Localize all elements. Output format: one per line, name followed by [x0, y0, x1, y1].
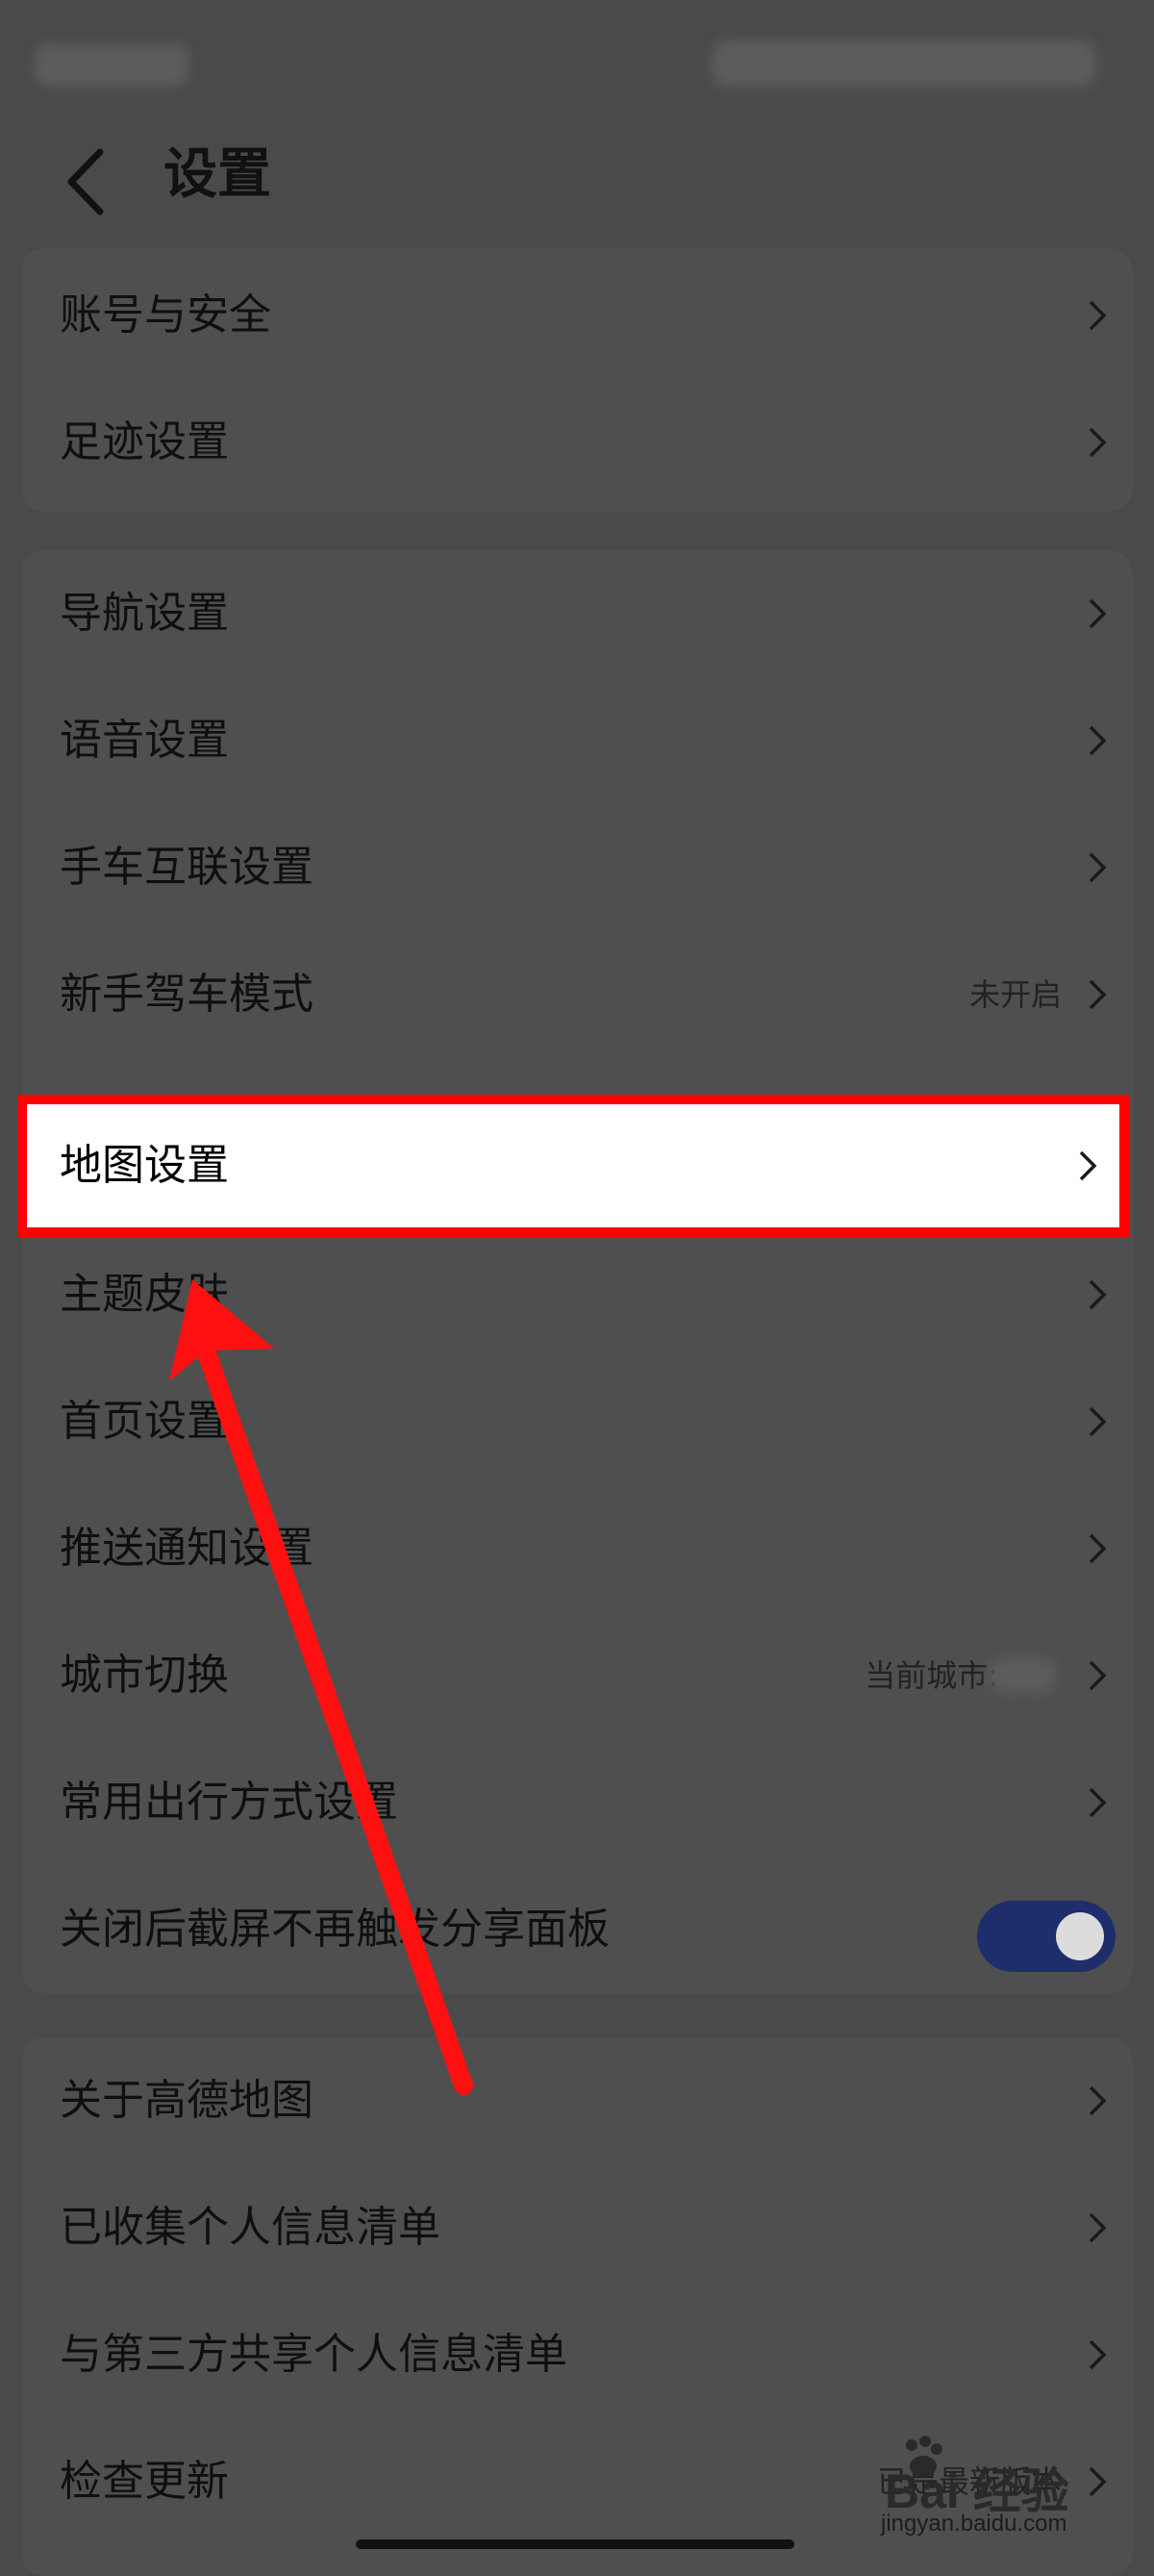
chevron-right-icon — [1089, 427, 1107, 458]
settings-item-label: 与第三方共享个人信息清单 — [60, 2330, 567, 2379]
settings-item-label: 推送通知设置 — [60, 1524, 314, 1573]
settings-item-footprint[interactable]: 足迹设置 — [21, 379, 1133, 506]
chevron-right-icon — [1089, 598, 1107, 629]
settings-item-city-switch[interactable]: 城市切换 当前城市: — [21, 1612, 1133, 1739]
city-value-blur — [989, 1658, 1056, 1693]
chevron-right-icon — [1089, 300, 1107, 331]
settings-item-label: 账号与安全 — [60, 290, 271, 340]
settings-item-label: 主题皮肤 — [60, 1270, 229, 1319]
settings-item-travel-mode[interactable]: 常用出行方式设置 — [21, 1739, 1133, 1866]
settings-item-label: 已收集个人信息清单 — [60, 2203, 440, 2252]
baidu-jingyan-watermark: Bai 经验 jingyan.baidu.com — [837, 2434, 1135, 2537]
settings-item-label: 新手驾车模式 — [60, 970, 314, 1019]
settings-item-collected-info[interactable]: 已收集个人信息清单 — [21, 2164, 1133, 2291]
settings-item-novice-driving[interactable]: 新手驾车模式 未开启 — [21, 931, 1133, 1058]
settings-item-push-notification[interactable]: 推送通知设置 — [21, 1485, 1133, 1612]
settings-item-label: 城市切换 — [60, 1651, 229, 1700]
settings-item-theme-skin[interactable]: 主题皮肤 — [21, 1231, 1133, 1358]
home-indicator — [356, 2539, 794, 2549]
settings-item-label: 首页设置 — [60, 1397, 229, 1446]
settings-item-value: 未开启 — [968, 976, 1062, 1013]
chevron-right-icon — [1089, 979, 1107, 1010]
chevron-left-icon — [67, 148, 104, 215]
settings-item-value: 当前城市: — [865, 1657, 998, 1694]
chevron-right-icon — [1089, 1279, 1107, 1310]
settings-item-about[interactable]: 关于高德地图 — [21, 2037, 1133, 2164]
header: 设置 — [0, 125, 1154, 240]
status-bar — [0, 0, 1154, 125]
settings-item-map-settings[interactable]: 地图设置 — [27, 1104, 1119, 1227]
chevron-right-icon — [1089, 1406, 1107, 1437]
settings-item-voice[interactable]: 语音设置 — [21, 677, 1133, 804]
toggle-knob — [1056, 1912, 1104, 1960]
settings-group-account: 账号与安全 足迹设置 — [21, 248, 1133, 512]
chevron-right-icon — [1089, 2085, 1107, 2116]
settings-group-main-lower: 主题皮肤 首页设置 推送通知设置 城市切换 当前城市: 常用出行方式设置 关闭后… — [21, 1231, 1133, 1972]
screenshot-share-toggle[interactable] — [977, 1901, 1116, 1972]
page-title: 设置 — [163, 143, 271, 206]
status-bar-right-blur — [712, 40, 1096, 87]
status-bar-left-blur — [35, 44, 188, 87]
settings-item-screenshot-share: 关闭后截屏不再触发分享面板 — [21, 1866, 1133, 1993]
chevron-right-icon — [1089, 2212, 1107, 2243]
chevron-right-icon — [1089, 852, 1107, 883]
settings-item-label: 检查更新 — [60, 2457, 229, 2506]
chevron-right-icon — [1089, 1533, 1107, 1564]
settings-item-label: 语音设置 — [60, 716, 229, 765]
settings-item-map-settings-spacer — [21, 1058, 1133, 1106]
settings-item-label: 导航设置 — [60, 589, 229, 638]
chevron-right-icon — [1089, 1787, 1107, 1818]
settings-item-label: 手车互联设置 — [60, 843, 314, 892]
settings-item-account-security[interactable]: 账号与安全 — [21, 252, 1133, 379]
settings-item-phone-car-link[interactable]: 手车互联设置 — [21, 804, 1133, 931]
chevron-right-icon — [1079, 1150, 1097, 1181]
chevron-right-icon — [1089, 2339, 1107, 2370]
settings-item-label: 足迹设置 — [60, 417, 229, 467]
watermark-sub: jingyan.baidu.com — [881, 2511, 1067, 2537]
settings-item-label: 关闭后截屏不再触发分享面板 — [60, 1905, 610, 1954]
settings-item-shared-info[interactable]: 与第三方共享个人信息清单 — [21, 2291, 1133, 2418]
settings-item-label: 常用出行方式设置 — [60, 1778, 398, 1827]
chevron-right-icon — [1089, 1660, 1107, 1691]
chevron-right-icon — [1089, 725, 1107, 756]
back-button[interactable] — [54, 139, 121, 225]
settings-item-navigation[interactable]: 导航设置 — [21, 550, 1133, 677]
settings-item-label: 关于高德地图 — [60, 2076, 314, 2125]
settings-item-label: 地图设置 — [60, 1141, 229, 1190]
settings-item-homepage[interactable]: 首页设置 — [21, 1358, 1133, 1485]
